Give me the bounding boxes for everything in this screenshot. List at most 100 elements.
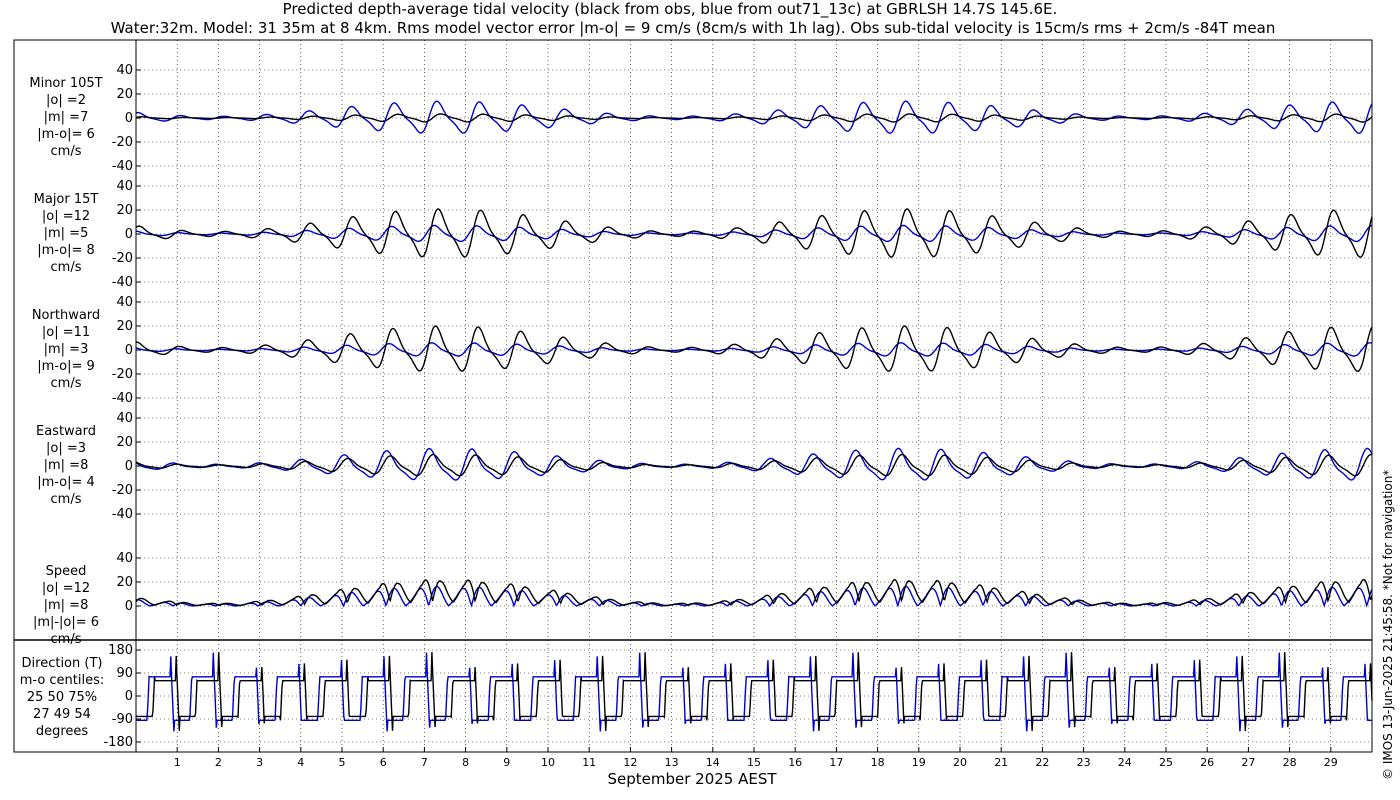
x-tick-label: 15 [747,756,761,769]
panel-label: Minor 105T |o| =2 |m| =7 |m-o|= 6 cm/s [29,76,102,159]
y-tick-label: 0 [125,343,133,358]
panel-label: Northward |o| =11 |m| =3 |m-o|= 9 cm/s [32,308,100,391]
panel-label-line: |m| =8 [44,458,89,473]
panel-label-line: |o| =11 [42,325,90,340]
y-tick-label: 40 [116,179,133,194]
y-tick-label: -20 [112,367,133,382]
y-tick-label: -180 [103,735,133,750]
panel-label: Eastward |o| =3 |m| =8 |m-o|= 4 cm/s [36,424,96,507]
panel-label-line: cm/s [51,376,82,391]
panel-speed: 40200Speed|o| =12|m| =8|m|-|o|= 6cm/s [33,551,1373,647]
x-tick-label: 14 [706,756,720,769]
y-tick-label: 40 [116,411,133,426]
x-tick-label: 29 [1324,756,1338,769]
panels-group: 40 20 0 -20 -40 Minor 105T |o| =2 |m| =7 |m-o|= … [29,63,1373,647]
panel-label-line: |m|-|o|= 6 [33,615,99,630]
x-tick-label: 3 [256,756,263,769]
panel-label-line: Minor 105T [29,76,102,91]
y-tick-label: -20 [112,483,133,498]
x-tick-label: 25 [1159,756,1173,769]
y-tick-label: 20 [116,87,133,102]
title-line-2: Water:32m. Model: 31 35m at 8 4km. Rms m… [111,19,1276,37]
panel-label-line: |o| =12 [42,209,90,224]
direction-panel: 180 90 0 -90 -180 Direction (T) m-o centiles: 2… [20,643,1373,750]
tidal-velocity-chart: Predicted depth-average tidal velocity (… [13,0,1395,788]
x-tick-label: 23 [1077,756,1091,769]
y-tick-label: -40 [112,159,133,174]
panel-label-line: |m| =3 [44,342,89,357]
panel-label-line: m-o centiles: [20,673,105,688]
y-tick-label: 40 [116,295,133,310]
x-tick-label: 11 [582,756,596,769]
x-tick-label: 10 [541,756,555,769]
y-tick-label: 20 [116,435,133,450]
panel-label-line: 27 49 54 [33,707,91,722]
panel-label: Major 15T |o| =12 |m| =5 |m-o|= 8 cm/s [34,192,99,275]
y-tick-label: 180 [108,643,133,658]
panel-label-line: |m-o|= 4 [37,475,95,490]
x-tick-label: 19 [912,756,926,769]
y-tick-label: 0 [125,111,133,126]
x-tick-label: 24 [1118,756,1132,769]
panel-label-line: |o| =2 [46,93,86,108]
x-axis-label: September 2025 AEST [607,770,777,788]
x-tick-label: 4 [297,756,304,769]
y-tick-label: -40 [112,275,133,290]
panel-east: 40 20 0 -20 -40 Eastward |o| =3 |m| =8 |m-o|= 4 c… [36,411,1373,522]
panel-label-line: |o| =12 [42,581,90,596]
y-tick-label: 0 [125,227,133,242]
x-tick-label: 27 [1241,756,1255,769]
panel-label-line: |m| =5 [44,226,89,241]
x-tick-label: 2 [215,756,222,769]
y-tick-label: 20 [116,575,133,590]
x-tick-label: 28 [1283,756,1297,769]
copyright-note: © IMOS 13-Jun-2025 21:45:58. *Not for na… [1381,470,1395,780]
panel-label: Speed|o| =12|m| =8|m|-|o|= 6cm/s [33,564,99,647]
panel-label-line: |m| =8 [44,598,89,613]
panel-label-line: |m-o|= 8 [37,243,95,258]
x-tick-label: 13 [665,756,679,769]
x-tick-label: 18 [871,756,885,769]
panel-north: 40 20 0 -20 -40 Northward |o| =11 |m| =3 |m-o|= … [32,295,1373,406]
y-tick-label: 0 [125,459,133,474]
x-tick-label: 8 [462,756,469,769]
y-tick-label: -40 [112,391,133,406]
panel-label-line: 25 50 75% [27,690,97,705]
panel-label-line: |m-o|= 9 [37,359,95,374]
y-tick-label: 20 [116,203,133,218]
x-tick-label: 21 [994,756,1008,769]
panel-label-line: Eastward [36,424,96,439]
panel-label-line: Northward [32,308,100,323]
plot-frame [13,39,1373,753]
panel-label-line: |m| =7 [44,110,89,125]
y-tick-label: 20 [116,319,133,334]
panel-label-line: |o| =3 [46,441,86,456]
y-tick-label: 90 [116,666,133,681]
panel-minor: 40 20 0 -20 -40 Minor 105T |o| =2 |m| =7 |m-o|= … [29,63,1373,174]
y-tick-label: -40 [112,507,133,522]
y-tick-label: 0 [125,689,133,704]
title-line-1: Predicted depth-average tidal velocity (… [283,0,1058,19]
x-tick-label: 16 [788,756,802,769]
obs-direction-line [135,652,1373,731]
x-tick-label: 26 [1200,756,1214,769]
outer-border [13,39,1373,753]
x-tick-label: 5 [339,756,346,769]
x-tick-label: 6 [380,756,387,769]
panel-major: 40 20 0 -20 -40 Major 15T |o| =12 |m| =5 |m-o|= … [34,179,1373,290]
y-tick-label: -20 [112,251,133,266]
panel-label-line: cm/s [51,492,82,507]
x-tick-label: 9 [503,756,510,769]
panel-label-line: Direction (T) [22,656,103,671]
x-tick-label: 17 [829,756,843,769]
panel-label-line: cm/s [51,144,82,159]
y-tick-label: -90 [112,712,133,727]
y-tick-label: 40 [116,551,133,566]
x-tick-label: 7 [421,756,428,769]
y-tick-label: 0 [125,599,133,614]
panel-label-line: degrees [36,724,89,739]
panel-label-line: cm/s [51,260,82,275]
x-tick-label: 12 [623,756,637,769]
x-tick-label: 1 [174,756,181,769]
y-tick-label: 40 [116,63,133,78]
